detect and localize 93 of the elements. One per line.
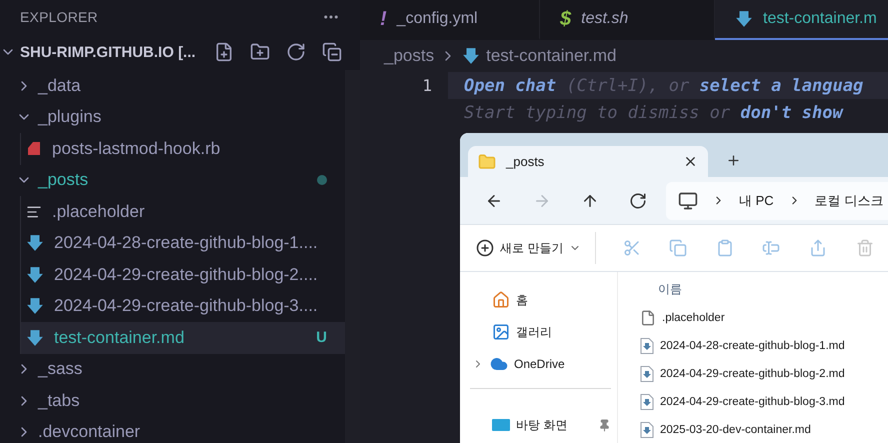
new-file-icon[interactable] (214, 42, 234, 62)
file-row[interactable]: posts-lastmod-hook.rb (21, 133, 345, 164)
file-item-name: 2024-04-28-create-github-blog-1.md (660, 340, 845, 352)
file-icon (640, 310, 656, 326)
folder-row[interactable]: _tabs (0, 385, 345, 416)
folder-row[interactable]: _data (0, 70, 345, 102)
file-item[interactable]: 2024-04-29-create-github-blog-2.md (640, 360, 888, 388)
trash-icon (856, 239, 874, 257)
file-name: 2024-04-29-create-github-blog-3.... (54, 296, 319, 316)
cloud-icon (490, 355, 508, 373)
workspace-row[interactable]: SHU-RIMP.GITHUB.IO [... (0, 34, 360, 70)
close-icon[interactable] (683, 154, 698, 169)
file-row[interactable]: 2024-04-29-create-github-blog-2.... (21, 259, 345, 290)
refresh-icon (629, 192, 647, 210)
file-name: .placeholder (52, 202, 146, 222)
explorer-title: EXPLORER (20, 9, 98, 25)
folder-name: _sass (38, 359, 84, 380)
address-segment[interactable]: 로컬 디스크 (814, 192, 884, 210)
folder-row[interactable]: _plugins (0, 102, 345, 133)
folder-name: _plugins (38, 107, 102, 128)
folder-name: _tabs (38, 390, 81, 411)
nav-item[interactable]: 갤러리 (460, 316, 617, 348)
workspace-name: SHU-RIMP.GITHUB.IO [... (20, 44, 197, 60)
down-arrow-icon (26, 266, 44, 284)
file-item-name: 2024-04-29-create-github-blog-2.md (660, 368, 845, 380)
address-bar[interactable]: 내 PC 로컬 디스크 (666, 182, 888, 220)
tab-title: _posts (506, 154, 546, 169)
plus-circle-icon (476, 239, 494, 257)
hint-text: (Ctrl+I), or (565, 76, 690, 96)
nav-item[interactable]: OneDrive (460, 348, 617, 380)
nav-item[interactable]: 바탕 화면 (460, 409, 617, 441)
file-item-name: 2024-04-29-create-github-blog-3.md (660, 396, 845, 408)
file-type-glyph: ! (380, 8, 387, 30)
gem-icon (26, 140, 42, 157)
hint-link[interactable]: don't show (740, 102, 853, 122)
file-item-name: .placeholder (662, 312, 725, 324)
file-item-name: 2025-03-20-dev-container.md (660, 424, 811, 436)
breadcrumb-file[interactable]: test-container.md (486, 46, 616, 66)
desktop-icon (492, 418, 510, 432)
file-name: posts-lastmod-hook.rb (52, 138, 222, 159)
file-name: 2024-04-28-create-github-blog-1.... (54, 233, 319, 254)
file-icon (640, 366, 654, 382)
refresh-icon[interactable] (286, 42, 306, 62)
line-number: 1 (421, 76, 433, 95)
new-folder-icon[interactable] (250, 42, 270, 62)
house-icon (492, 291, 510, 309)
file-row[interactable]: test-container.md U (21, 322, 345, 354)
down-arrow-icon (26, 234, 44, 252)
collapse-icon[interactable] (322, 42, 342, 62)
new-tab-icon[interactable] (726, 153, 741, 168)
file-name: 2024-04-29-create-github-blog-2.... (54, 264, 319, 285)
editor-tab[interactable]: test-container.m (715, 0, 888, 40)
lines-icon (26, 204, 42, 220)
file-item[interactable]: 2025-03-20-dev-container.md (640, 416, 888, 443)
folder-name: _data (38, 76, 82, 96)
folder-icon (478, 152, 496, 170)
column-header[interactable]: 이름 (658, 281, 682, 298)
monitor-icon (678, 190, 698, 210)
nav-item[interactable]: 홈 (460, 284, 617, 316)
folder-name: _posts (38, 170, 90, 190)
file-row[interactable]: .placeholder (21, 196, 345, 228)
file-icon (640, 338, 654, 354)
file-name: test-container.md (54, 328, 186, 348)
file-row[interactable]: 2024-04-29-create-github-blog-3.... (21, 290, 345, 322)
file-row[interactable]: 2024-04-28-create-github-blog-1.... (21, 228, 345, 259)
text-cursor-icon (762, 239, 780, 257)
file-item[interactable]: 2024-04-28-create-github-blog-1.md (640, 332, 888, 360)
file-item[interactable]: 2024-04-29-create-github-blog-3.md (640, 388, 888, 416)
scissors-icon (622, 239, 641, 257)
file-type-glyph: $ (560, 8, 572, 30)
address-segment[interactable]: 내 PC (739, 192, 774, 210)
file-icon (640, 422, 654, 438)
down-arrow-icon (26, 297, 44, 316)
folder-row[interactable]: .devcontainer (0, 416, 345, 443)
hint-link[interactable]: select a languag (699, 76, 864, 96)
file-icon (640, 394, 654, 410)
window-tab[interactable]: _posts (468, 146, 708, 177)
copy-icon (669, 239, 688, 257)
share-icon (809, 239, 828, 257)
folder-name: .devcontainer (38, 422, 142, 442)
breadcrumb-folder[interactable]: _posts (384, 46, 434, 66)
hint-text: Start typing to dismiss or (464, 102, 732, 122)
down-arrow-icon (462, 47, 480, 65)
folder-row[interactable]: _sass (0, 354, 345, 385)
file-item[interactable]: .placeholder (640, 304, 888, 332)
down-arrow-icon (26, 328, 44, 347)
git-status-label: U (316, 329, 327, 346)
new-button[interactable]: 새로 만들기 (476, 232, 596, 264)
clipboard-icon (716, 239, 734, 257)
picture-icon (492, 323, 510, 341)
hint-link[interactable]: Open chat (464, 76, 556, 96)
folder-row[interactable]: _posts (0, 164, 345, 196)
down-arrow-icon (735, 10, 753, 28)
